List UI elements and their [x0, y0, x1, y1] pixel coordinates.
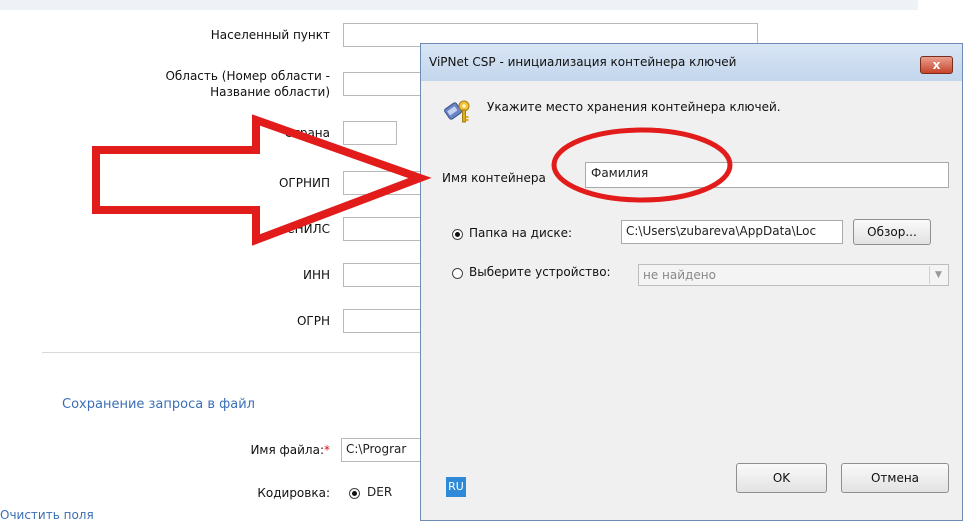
key-container-icon [443, 96, 473, 126]
filename-label-text: Имя файла: [250, 443, 324, 457]
ogrnip-label: ОГРНИП [278, 176, 330, 190]
folder-label: Папка на диске: [469, 226, 573, 240]
device-select[interactable]: не найдено ▼ [638, 264, 949, 286]
clear-fields-link[interactable]: Очистить поля [0, 508, 94, 522]
device-radio[interactable] [452, 268, 463, 279]
folder-path-input[interactable]: C:\Users\zubareva\AppData\Loc [621, 220, 843, 244]
region-label-line2: Название области) [210, 85, 330, 99]
language-indicator: RU [446, 477, 466, 497]
required-mark: * [324, 443, 330, 457]
locality-label: Населенный пункт [210, 28, 330, 42]
inn-label: ИНН [302, 268, 330, 282]
filename-input[interactable]: C:\Prograr [341, 438, 431, 462]
encoding-der-label: DER [367, 485, 393, 499]
region-label-line1: Область (Номер области - [165, 69, 330, 83]
device-label: Выберите устройство: [469, 265, 611, 279]
ogrn-label: ОГРН [296, 314, 330, 328]
container-name-label: Имя контейнера [442, 171, 546, 185]
country-input[interactable] [343, 121, 397, 145]
dialog-title: ViPNet CSP - инициализация контейнера кл… [429, 55, 737, 69]
folder-radio[interactable] [452, 229, 463, 240]
browse-button[interactable]: Обзор... [853, 219, 931, 245]
cancel-button[interactable]: Отмена [841, 463, 949, 493]
section-title: Сохранение запроса в файл [62, 397, 255, 412]
top-strip [0, 0, 918, 10]
region-label: Область (Номер области - Название област… [100, 68, 330, 100]
vipnet-dialog: ViPNet CSP - инициализация контейнера кл… [420, 43, 963, 521]
close-button[interactable]: x [920, 56, 953, 74]
country-label: Страна [284, 126, 330, 140]
container-name-input[interactable]: Фамилия [585, 162, 949, 188]
encoding-der-radio[interactable] [349, 488, 360, 499]
device-select-value: не найдено [643, 268, 716, 282]
filename-label: Имя файла:* [190, 442, 330, 458]
encoding-label: Кодировка: [257, 486, 330, 500]
dialog-instruction: Укажите место хранения контейнера ключей… [487, 100, 781, 114]
dialog-titlebar: ViPNet CSP - инициализация контейнера кл… [421, 44, 962, 81]
chevron-down-icon: ▼ [929, 266, 947, 284]
ok-button[interactable]: OK [736, 463, 827, 493]
snils-label: СНИЛС [286, 222, 330, 236]
